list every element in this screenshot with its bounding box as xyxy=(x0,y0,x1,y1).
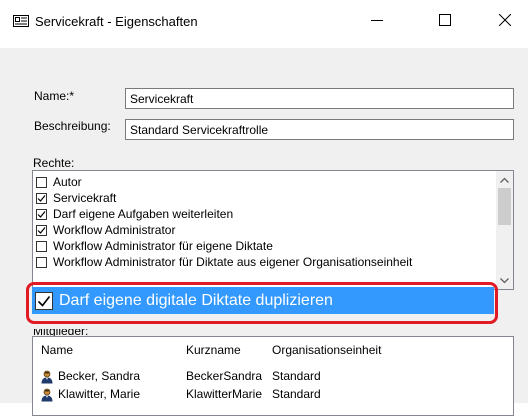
rights-list-item[interactable]: Autor xyxy=(33,174,498,190)
highlighted-right-label: Darf eigene digitale Diktate duplizieren xyxy=(59,291,333,309)
minimize-button[interactable] xyxy=(354,5,400,35)
description-field[interactable]: Standard Servicekraftrolle xyxy=(125,119,514,140)
rights-item-label: Workflow Administrator xyxy=(53,223,176,237)
user-icon xyxy=(40,370,54,384)
column-header-name[interactable]: Name xyxy=(41,343,73,357)
rights-label: Rechte: xyxy=(33,156,75,170)
rights-item-label: Workflow Administrator für eigene Diktat… xyxy=(53,239,273,253)
members-list[interactable]: Name Kurzname Organisationseinheit Becke… xyxy=(32,336,514,416)
user-icon xyxy=(40,388,54,402)
scroll-down-button[interactable] xyxy=(496,272,513,289)
rights-list-item[interactable]: Servicekraft xyxy=(33,190,498,206)
chevron-down-icon xyxy=(500,277,509,283)
checkmark-icon xyxy=(37,295,51,307)
close-icon xyxy=(499,14,511,26)
rights-list-item[interactable]: Darf eigene Aufgaben weiterleiten xyxy=(33,206,498,222)
rights-list-item[interactable]: Workflow Administrator für Diktate aus e… xyxy=(33,254,498,270)
checkbox[interactable] xyxy=(36,224,47,236)
rights-list-item[interactable]: Workflow Administrator xyxy=(33,222,498,238)
maximize-button[interactable] xyxy=(422,5,468,35)
rights-item-label: Servicekraft xyxy=(53,191,117,205)
description-label: Beschreibung: xyxy=(34,119,111,133)
highlighted-checkbox[interactable] xyxy=(35,291,53,310)
name-label: Name:* xyxy=(34,89,75,103)
rights-list[interactable]: Autor Servicekraft Darf eigene Aufgaben we… xyxy=(32,170,514,290)
checkmark-icon xyxy=(37,226,46,234)
checkbox[interactable] xyxy=(36,192,47,204)
scroll-up-button[interactable] xyxy=(496,171,513,188)
properties-icon xyxy=(13,15,29,27)
highlighted-right-item[interactable]: Darf eigene digitale Diktate duplizieren xyxy=(32,287,494,314)
member-shortname: KlawitterMarie xyxy=(186,387,263,401)
member-name: Becker, Sandra xyxy=(58,369,141,383)
rights-item-label: Autor xyxy=(53,175,82,189)
rights-item-label: Workflow Administrator für Diktate aus e… xyxy=(53,255,413,269)
rights-item-label: Darf eigene Aufgaben weiterleiten xyxy=(53,207,234,221)
window-title: Servicekraft - Eigenschaften xyxy=(35,14,198,29)
checkbox[interactable] xyxy=(36,176,47,188)
member-unit: Standard xyxy=(272,387,321,401)
column-header-shortname[interactable]: Kurzname xyxy=(186,343,241,357)
member-unit: Standard xyxy=(272,369,321,383)
rights-scrollbar[interactable] xyxy=(496,171,513,289)
member-shortname: BeckerSandra xyxy=(186,369,263,383)
checkbox[interactable] xyxy=(36,240,47,252)
maximize-icon xyxy=(439,14,451,26)
checkbox[interactable] xyxy=(36,208,47,220)
minimize-icon xyxy=(371,20,383,21)
table-row[interactable]: Klawitter, Marie KlawitterMarie Standard xyxy=(33,387,513,403)
rights-list-item[interactable]: Workflow Administrator für eigene Diktat… xyxy=(33,238,498,254)
title-bar: Servicekraft - Eigenschaften xyxy=(0,0,528,48)
column-header-unit[interactable]: Organisationseinheit xyxy=(272,343,381,357)
checkmark-icon xyxy=(37,210,46,218)
checkmark-icon xyxy=(37,194,46,202)
checkbox[interactable] xyxy=(36,256,47,268)
name-field[interactable]: Servicekraft xyxy=(125,88,514,109)
table-row[interactable]: Becker, Sandra BeckerSandra Standard xyxy=(33,369,513,385)
chevron-up-icon xyxy=(500,177,509,183)
member-name: Klawitter, Marie xyxy=(58,387,141,401)
close-button[interactable] xyxy=(482,5,528,35)
scroll-thumb[interactable] xyxy=(498,188,511,225)
